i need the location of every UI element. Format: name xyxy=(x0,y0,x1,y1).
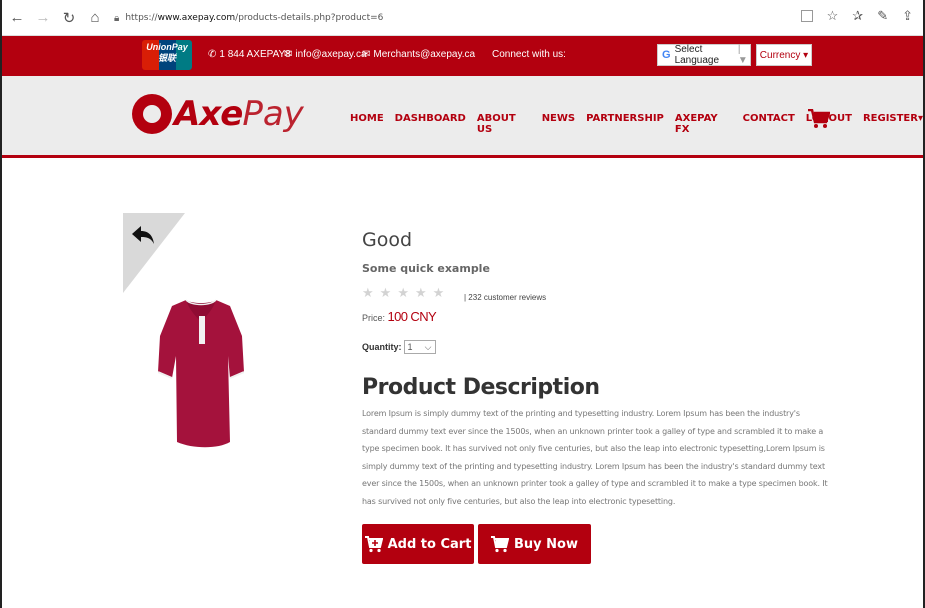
nav-partnership[interactable]: PARTNERSHIP xyxy=(586,113,664,135)
star-icon[interactable]: ★ xyxy=(362,285,374,301)
main-navbar: Axe Pay HOME DASHBOARD ABOUT US NEWS PART… xyxy=(2,76,923,158)
buy-now-button[interactable]: Buy Now xyxy=(478,524,591,564)
quantity-select[interactable]: 1 ⌵ xyxy=(403,340,436,354)
currency-dropdown[interactable]: Currency ▾ xyxy=(756,44,812,66)
browser-toolbar: ← → ↻ ⌂ 🔒︎ https://www.axepay.com/produc… xyxy=(2,0,923,36)
favorite-star-icon[interactable]: ☆ xyxy=(827,8,839,24)
share-icon[interactable]: ⇪ xyxy=(902,8,913,24)
cart-icon xyxy=(491,535,509,552)
price-value: 100 CNY xyxy=(387,309,437,324)
nav-menu: HOME DASHBOARD ABOUT US NEWS PARTNERSHIP… xyxy=(350,113,923,135)
product-description: Lorem Ipsum is simply dummy text of the … xyxy=(362,409,828,506)
cart-icon[interactable] xyxy=(808,109,830,129)
pen-icon[interactable]: ✎ xyxy=(877,8,888,24)
nav-news[interactable]: NEWS xyxy=(542,113,575,135)
nav-axepay-fx[interactable]: AXEPAY FX xyxy=(675,113,732,135)
cart-plus-icon xyxy=(364,535,383,552)
product-subtitle: Some quick example xyxy=(362,262,490,275)
nav-register[interactable]: REGISTER▾ xyxy=(863,113,923,135)
price-label: Price: xyxy=(362,313,386,323)
nav-contact[interactable]: CONTACT xyxy=(743,113,795,135)
refresh-icon[interactable]: ↻ xyxy=(58,7,80,29)
google-icon: G xyxy=(662,49,671,61)
logo-mark xyxy=(132,94,172,134)
product-title: Good xyxy=(362,229,413,251)
dropdown-arrow-icon: | ▼ xyxy=(737,44,748,66)
url-host: www.axepay.com xyxy=(157,13,236,23)
nav-dashboard[interactable]: DASHBOARD xyxy=(395,113,466,135)
phone-contact[interactable]: ✆ 1 844 AXEPAY8 xyxy=(208,49,291,60)
favorites-icon[interactable]: ✰ xyxy=(852,8,863,24)
back-arrow-icon[interactable] xyxy=(131,225,155,245)
description-heading: Product Description xyxy=(362,375,600,400)
add-to-cart-button[interactable]: Add to Cart xyxy=(362,524,474,564)
unionpay-logo: UnionPay 银联 xyxy=(142,40,192,70)
price: Price: 100 CNY xyxy=(362,309,437,324)
reading-view-icon[interactable] xyxy=(800,10,813,22)
forward-nav-icon[interactable]: → xyxy=(32,7,54,29)
home-icon[interactable]: ⌂ xyxy=(84,7,106,29)
envelope-icon: ✉ xyxy=(284,49,293,60)
merchants-email[interactable]: ✉ Merchants@axepay.ca xyxy=(362,49,475,60)
top-contact-bar: UnionPay 银联 ✆ 1 844 AXEPAY8 ✉ info@axepay.c… xyxy=(2,36,923,76)
envelope-icon: ✉ xyxy=(362,49,371,60)
connect-label: Connect with us: xyxy=(492,49,566,60)
nav-about-us[interactable]: ABOUT US xyxy=(477,113,531,135)
quantity-label: Quantity: xyxy=(362,342,402,352)
language-select[interactable]: G Select Language | ▼ xyxy=(657,44,751,66)
rating-stars[interactable]: ★ ★ ★ ★ ★ xyxy=(362,285,444,301)
back-nav-icon[interactable]: ← xyxy=(6,7,28,29)
lock-icon: 🔒︎ xyxy=(114,12,120,24)
product-image xyxy=(158,299,244,448)
nav-home[interactable]: HOME xyxy=(350,113,384,135)
star-icon[interactable]: ★ xyxy=(415,285,427,301)
axepay-logo[interactable]: Axe Pay xyxy=(132,94,304,134)
quantity: Quantity: 1 ⌵ xyxy=(362,340,436,354)
review-count: | 232 customer reviews xyxy=(464,293,547,302)
star-icon[interactable]: ★ xyxy=(433,285,445,301)
info-email[interactable]: ✉ info@axepay.ca xyxy=(284,49,367,60)
url-prefix: https:// xyxy=(125,13,158,23)
phone-icon: ✆ xyxy=(208,49,217,60)
star-icon[interactable]: ★ xyxy=(397,285,409,301)
address-bar[interactable]: 🔒︎ https://www.axepay.com/products-detai… xyxy=(114,6,842,30)
url-path: /products-details.php?product=6 xyxy=(235,13,384,23)
chevron-down-icon: ⌵ xyxy=(424,341,432,352)
star-icon[interactable]: ★ xyxy=(380,285,392,301)
